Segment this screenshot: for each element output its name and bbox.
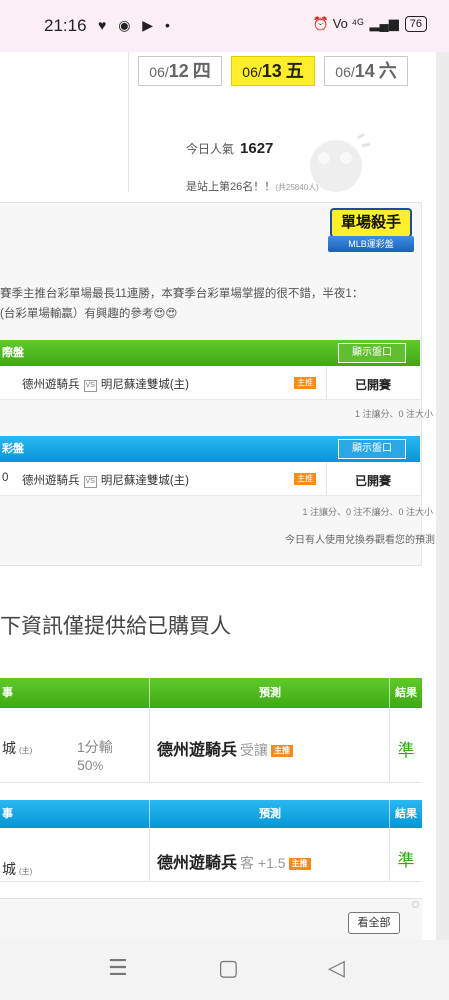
col-result: 結果: [395, 808, 417, 820]
result-table-header: 事 預測 結果: [0, 800, 422, 828]
section-header-taiwan: 彩盤 顯示盤口: [0, 436, 420, 462]
game-row[interactable]: 德州遊騎兵 VS 明尼蘇達雙城(主) 主推 已開賽: [0, 366, 420, 400]
section-header-intl: 際盤 顯示盤口: [0, 340, 420, 366]
rank-total: (共25840人): [275, 183, 319, 192]
result-row: 城 (主) 德州遊騎兵客 +1.5 主推 準: [0, 828, 422, 882]
col-match: 事: [2, 687, 13, 699]
score-unit: %: [92, 759, 104, 773]
show-odds-button[interactable]: 顯示盤口: [338, 343, 406, 363]
show-odds-button[interactable]: 顯示盤口: [338, 439, 406, 459]
vs-icon: VS: [83, 380, 97, 392]
date-tab-0612[interactable]: 06/12 四: [138, 56, 222, 86]
home-team: 城: [2, 740, 16, 756]
pick-line: 受讓: [240, 742, 269, 758]
date-day: 13: [261, 61, 282, 81]
badge-title: 單場殺手: [330, 208, 412, 238]
col-divider: [149, 708, 150, 783]
section-title: 彩盤: [2, 443, 24, 455]
scroll-gutter: [436, 52, 449, 940]
popularity-label: 今日人氣: [186, 142, 235, 156]
main-pick-tag: 主推: [288, 858, 311, 870]
prediction-pick: 德州遊騎兵客 +1.5 主推: [157, 849, 311, 873]
matchup: 德州遊騎兵 VS 明尼蘇達雙城(主): [22, 472, 189, 488]
result-hit: 準: [397, 741, 415, 760]
away-team: 德州遊騎兵: [22, 475, 80, 487]
col-prediction: 預測: [259, 687, 281, 699]
date-prefix: 06/: [149, 64, 169, 80]
home-icon[interactable]: ▢: [218, 956, 239, 980]
system-nav-bar: ☰ ▢ ◁: [0, 940, 449, 1000]
result-table-header: 事 預測 結果: [0, 678, 422, 708]
col-result: 結果: [395, 687, 417, 699]
handicap-result: 1分輸 50%: [77, 738, 113, 775]
matchup: 德州遊騎兵 VS 明尼蘇達雙城(主): [22, 376, 189, 392]
game-status: 已開賽: [354, 474, 391, 488]
date-tab-0613[interactable]: 06/13 五: [231, 56, 315, 86]
game-status: 已開賽: [354, 378, 391, 392]
game-row[interactable]: 0 德州遊騎兵 VS 明尼蘇達雙城(主) 主推 已開賽: [0, 462, 420, 496]
date-prefix: 06/: [242, 64, 262, 80]
predictor-description: 賽季主推台彩單場最長11連勝，本賽季台彩單場掌握的很不錯，半夜1： (台彩單場輸…: [0, 284, 420, 324]
signal-bars-icon: ▂▄▆: [369, 16, 399, 31]
result-hit: 準: [397, 851, 415, 870]
date-prefix: 06/: [335, 64, 355, 80]
row-number: 0: [2, 472, 9, 484]
bet-count-note: 1 注讓分、0 注大小: [354, 409, 433, 419]
date-weekday: 五: [285, 61, 304, 81]
match-home: 城 (主): [2, 859, 32, 879]
main-pick-tag: 主推: [294, 377, 316, 389]
match-home: 城 (主): [2, 738, 32, 758]
score-line: 1分輸: [77, 739, 113, 755]
prediction-pick: 德州遊騎兵 受讓 主推: [157, 736, 294, 760]
popularity-stat: 今日人氣 1627: [186, 140, 273, 157]
home-team: 明尼蘇達雙城(主): [100, 379, 190, 391]
pick-team: 德州遊騎兵: [157, 855, 238, 872]
date-day: 12: [168, 61, 189, 81]
pick-line: 客 +1.5: [240, 855, 286, 871]
notification-icons: ♥ ◉ ▶ •: [98, 17, 174, 33]
col-prediction: 預測: [259, 808, 281, 820]
single-killer-badge: 單場殺手 MLB運彩盤: [322, 208, 418, 258]
description-line: 賽季主推台彩單場最長11連勝，本賽季台彩單場掌握的很不錯，半夜1：: [0, 288, 364, 300]
away-team: 德州遊騎兵: [22, 379, 80, 391]
pick-team: 德州遊騎兵: [157, 742, 238, 759]
status-bar: 21:16 ♥ ◉ ▶ • ⏰ Vo ⁴ᴳ ▂▄▆ 76: [0, 0, 449, 52]
main-pick-tag: 主推: [271, 745, 294, 757]
vs-icon: VS: [83, 476, 97, 488]
main-pick-tag: 主推: [294, 473, 316, 485]
purchaser-only-headline: 下資訊僅提供給已購買人: [0, 615, 231, 638]
voucher-note: 今日有人使用兌換券觀看您的預測: [285, 535, 435, 546]
home-tag: (主): [19, 867, 33, 876]
section-title: 際盤: [2, 347, 24, 359]
see-all-button[interactable]: 看全部: [348, 912, 400, 934]
home-team: 城: [2, 861, 16, 877]
date-tab-0614[interactable]: 06/14 六: [324, 56, 408, 86]
date-weekday: 六: [378, 61, 397, 81]
status-time: 21:16: [44, 16, 87, 35]
col-match: 事: [2, 808, 13, 820]
date-weekday: 四: [192, 61, 211, 81]
scroll-indicator-icon: [412, 901, 419, 908]
date-day: 14: [354, 61, 375, 81]
home-tag: (主): [19, 746, 33, 755]
battery-icon: 76: [404, 16, 427, 32]
description-line: (台彩單場輸贏）有興趣的參考😍😍: [0, 308, 178, 320]
badge-subtitle: MLB運彩盤: [328, 236, 414, 252]
popularity-value: 1627: [240, 140, 274, 157]
bet-count-note: 1 注讓分、0 注不讓分、0 注大小: [302, 507, 433, 517]
rank-stat: 是站上第26名！！(共25840人): [186, 178, 319, 194]
rank-text: 是站上第26名！！: [186, 181, 276, 193]
result-row: 城 (主) 1分輸 50% 德州遊騎兵 受讓 主推 準: [0, 708, 422, 783]
home-team: 明尼蘇達雙城(主): [100, 475, 190, 487]
back-icon[interactable]: ◁: [328, 956, 345, 980]
score-percent: 50%: [77, 756, 113, 775]
recent-apps-icon[interactable]: ☰: [108, 956, 128, 980]
score-percent-value: 50: [77, 757, 93, 773]
signal-icons: ⏰ Vo ⁴ᴳ: [312, 16, 364, 31]
date-divider: [128, 52, 129, 192]
system-icons: ⏰ Vo ⁴ᴳ ▂▄▆ 76: [313, 16, 427, 32]
col-divider: [149, 828, 150, 882]
